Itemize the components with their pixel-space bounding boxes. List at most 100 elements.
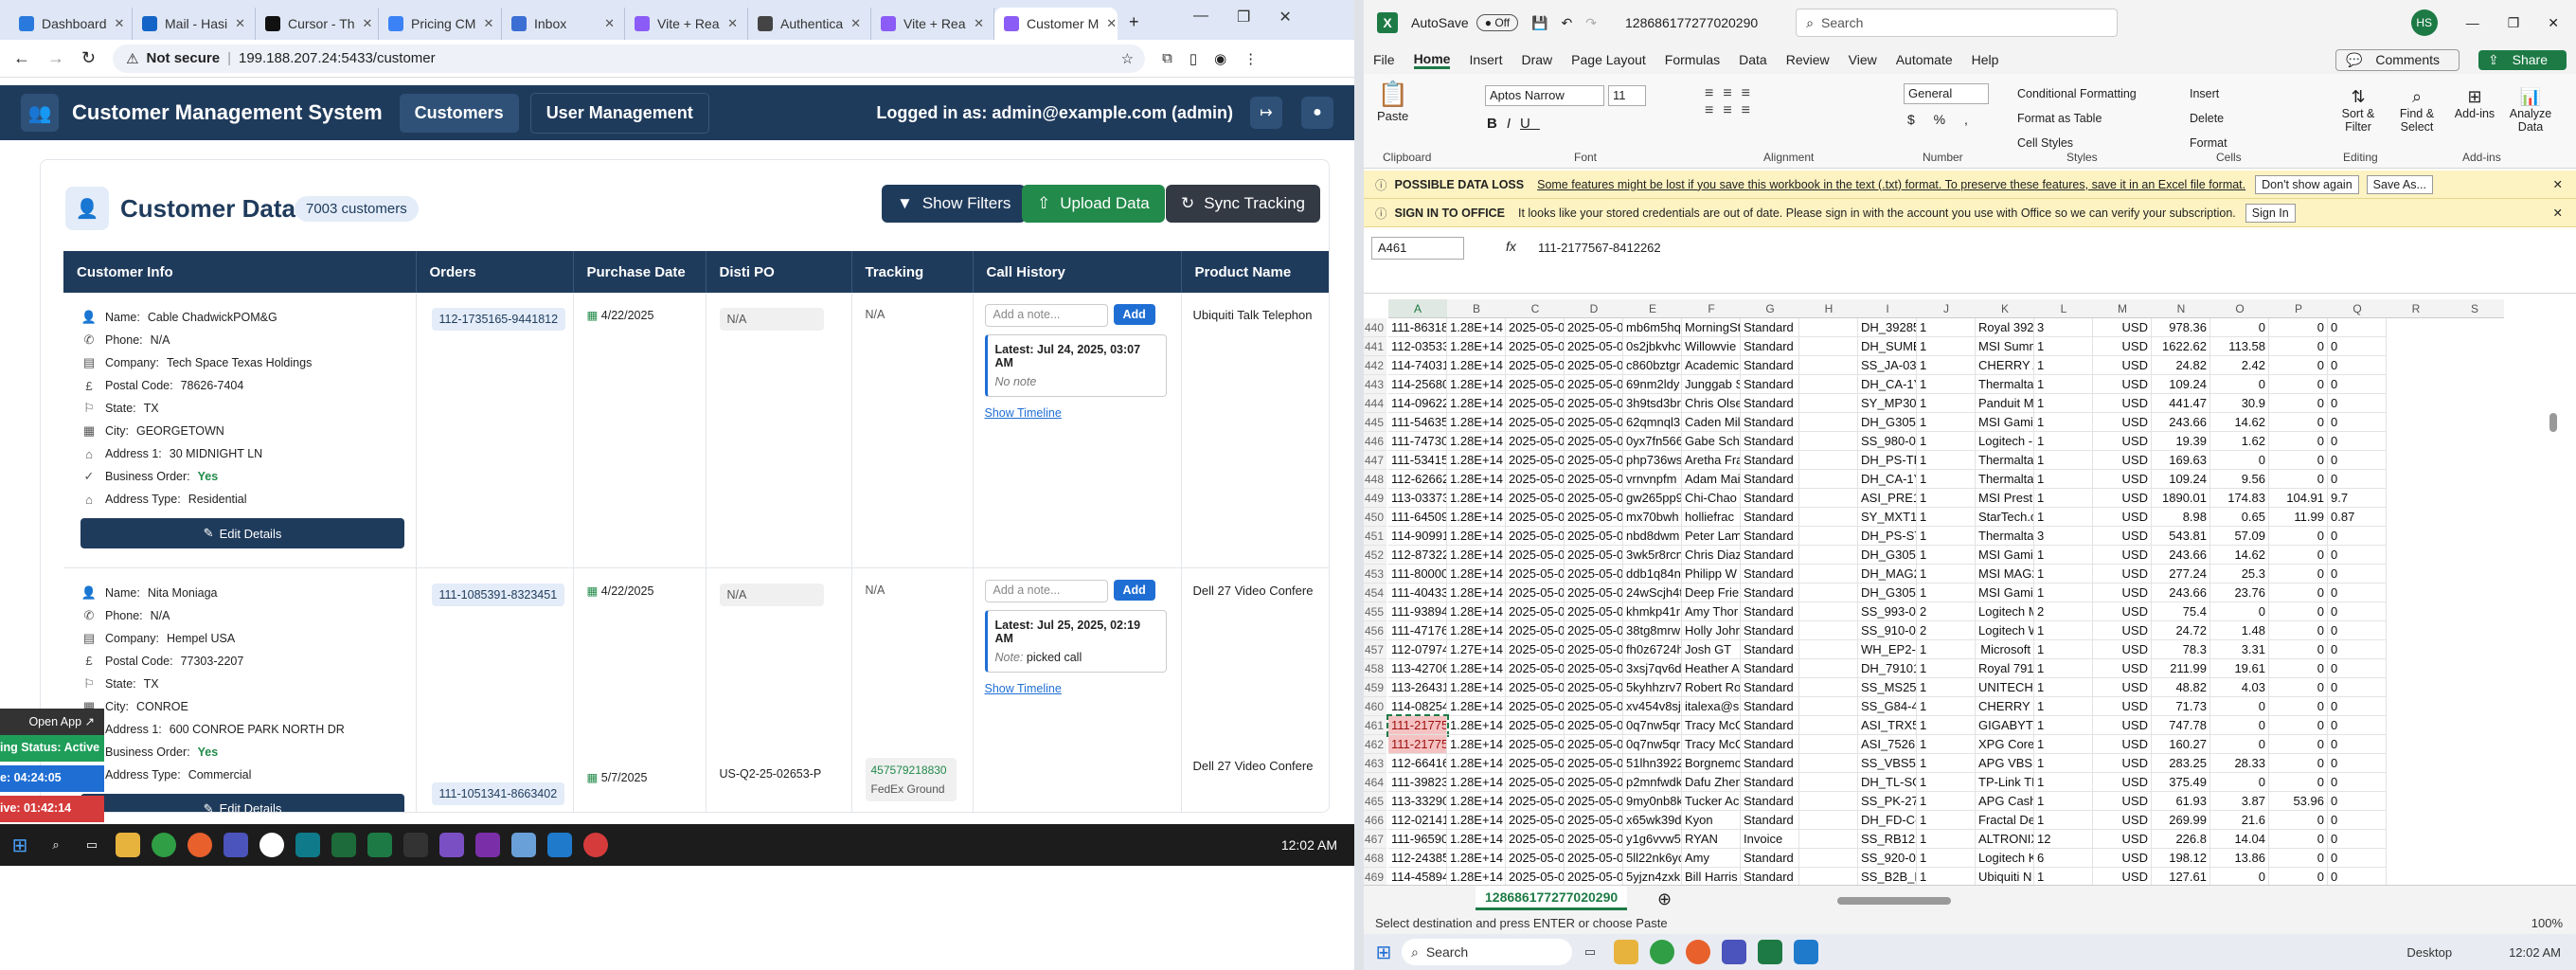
cell[interactable]: 2025-05-0 (1506, 337, 1565, 356)
cell[interactable]: Academic (1682, 356, 1741, 375)
forward-icon[interactable]: → (47, 48, 64, 68)
excel-icon[interactable] (1758, 940, 1782, 964)
cell[interactable] (1799, 413, 1858, 432)
sign-in-button[interactable]: Sign In (2245, 203, 2296, 223)
cell[interactable]: ASI_PRE16 (1858, 489, 1917, 508)
cell[interactable]: 9my0nb8k (1623, 792, 1682, 811)
cell[interactable]: 2025-05-0 (1506, 602, 1565, 621)
cell[interactable]: 1 (2034, 773, 2093, 792)
cell[interactable]: Standard (1741, 584, 1799, 602)
cell[interactable]: 1 (2034, 413, 2093, 432)
cell[interactable]: Standard (1741, 337, 1799, 356)
cell[interactable]: Standard (1741, 754, 1799, 773)
cell[interactable]: DH_TL-SG (1858, 773, 1917, 792)
row-header[interactable]: 463 (1364, 754, 1386, 773)
cell[interactable]: 1 (1917, 849, 1976, 868)
cell[interactable]: 61.93 (2152, 792, 2210, 811)
comments-button[interactable]: 💬 Comments (2335, 48, 2460, 71)
cell[interactable] (1799, 356, 1858, 375)
cell[interactable]: Standard (1741, 394, 1799, 413)
cell[interactable]: 0.65 (2210, 508, 2269, 527)
close-icon[interactable]: ✕ (483, 16, 493, 31)
file-explorer-icon[interactable] (1614, 940, 1638, 964)
cell[interactable]: 2 (2034, 602, 2093, 621)
redo-icon[interactable]: ↷ (1585, 15, 1597, 31)
extensions-icon[interactable]: ⧉ (1162, 50, 1172, 66)
cell[interactable]: 1 (1917, 489, 1976, 508)
cell[interactable]: Logitech W (1976, 621, 2034, 640)
column-header[interactable]: C (1506, 299, 1565, 318)
cell[interactable]: Logitech M (1976, 602, 2034, 621)
cell[interactable]: gw265pp9 (1623, 489, 1682, 508)
cell[interactable] (1799, 754, 1858, 773)
cell[interactable]: 25.3 (2210, 565, 2269, 584)
cell[interactable]: 2025-05-0 (1506, 792, 1565, 811)
cell[interactable]: SS_B2B_N (1858, 868, 1917, 885)
cell[interactable]: 53.96 (2269, 792, 2328, 811)
cell[interactable]: 2025-05-0 (1506, 451, 1565, 470)
cell[interactable]: Standard (1741, 432, 1799, 451)
row-header[interactable]: 449 (1364, 489, 1386, 508)
cell[interactable]: 2 (1917, 602, 1976, 621)
note-input[interactable]: Add a note... (984, 304, 1108, 327)
cell[interactable]: 1 (1917, 337, 1976, 356)
cell[interactable]: DH_G3050 (1858, 584, 1917, 602)
warning-icon[interactable]: ⚠ (126, 50, 138, 67)
excel-search-box[interactable]: ⌕ Search (1796, 9, 2119, 37)
cell[interactable]: x65wk39dr (1623, 811, 1682, 830)
cell[interactable]: 0 (2269, 318, 2328, 337)
cell[interactable]: 0 (2328, 451, 2387, 470)
cell[interactable]: 111-21775 (1386, 714, 1449, 737)
cell[interactable]: 2025-05-0 (1565, 489, 1623, 508)
close-icon[interactable]: ✕ (1106, 16, 1117, 31)
cell[interactable]: 1 (2034, 356, 2093, 375)
cell[interactable]: 112-24385 (1388, 849, 1447, 868)
cell[interactable]: USD (2093, 849, 2152, 868)
cell[interactable]: 0 (2328, 678, 2387, 697)
cell[interactable]: USD (2093, 375, 2152, 394)
cursor-app-icon[interactable] (331, 833, 356, 857)
cell[interactable]: 0 (2328, 432, 2387, 451)
cell[interactable] (1799, 375, 1858, 394)
add-note-button[interactable]: Add (1113, 304, 1155, 325)
maximize-icon[interactable]: ❐ (2508, 15, 2520, 31)
cell[interactable]: 114-25680 (1388, 375, 1447, 394)
cell[interactable]: USD (2093, 318, 2152, 337)
cell[interactable]: 3.31 (2210, 640, 2269, 659)
cell[interactable]: 112-62662 (1388, 470, 1447, 489)
cell[interactable]: 1 (2034, 868, 2093, 885)
cell[interactable]: 1890.01 (2152, 489, 2210, 508)
cell[interactable]: Panduit M (1976, 394, 2034, 413)
row-header[interactable]: 440 (1364, 318, 1386, 337)
cell[interactable]: 2025-05-0 (1506, 640, 1565, 659)
cell[interactable]: 1 (2034, 697, 2093, 716)
cell[interactable]: 0 (2269, 868, 2328, 885)
col-tracking[interactable]: Tracking (851, 251, 974, 293)
cell[interactable]: 114-90991 (1388, 527, 1447, 546)
column-header[interactable]: Q (2328, 299, 2387, 318)
firefox-icon[interactable] (1686, 940, 1710, 964)
cell[interactable]: Dafu Zhen (1682, 773, 1741, 792)
cell[interactable]: APG VBS5 (1976, 754, 2034, 773)
cell[interactable]: mx70bwh (1623, 508, 1682, 527)
cell[interactable]: 1.28E+14 (1447, 849, 1506, 868)
menu-icon[interactable]: ⋮ (1243, 50, 1258, 67)
cell[interactable]: 2025-05-0 (1565, 584, 1623, 602)
cell[interactable] (1799, 451, 1858, 470)
cell[interactable] (1799, 318, 1858, 337)
close-icon[interactable]: ✕ (1279, 8, 1291, 27)
cell[interactable]: 24wScjh4t (1623, 584, 1682, 602)
cell[interactable]: Caden Mil (1682, 413, 1741, 432)
cell[interactable]: 0 (2210, 697, 2269, 716)
number-format-box[interactable]: General (1904, 83, 1989, 104)
cell[interactable]: 2.42 (2210, 356, 2269, 375)
cell[interactable]: 1 (1917, 584, 1976, 602)
cell[interactable]: 1 (2034, 584, 2093, 602)
cell[interactable]: 2025-05-0 (1506, 546, 1565, 565)
col-call-history[interactable]: Call History (973, 251, 1182, 293)
cell[interactable]: Holly Johr (1682, 621, 1741, 640)
cell[interactable] (1799, 659, 1858, 678)
cell[interactable]: 243.66 (2152, 546, 2210, 565)
cell[interactable]: 2025-05-0 (1506, 868, 1565, 885)
cell[interactable]: p2mnfwdk (1623, 773, 1682, 792)
